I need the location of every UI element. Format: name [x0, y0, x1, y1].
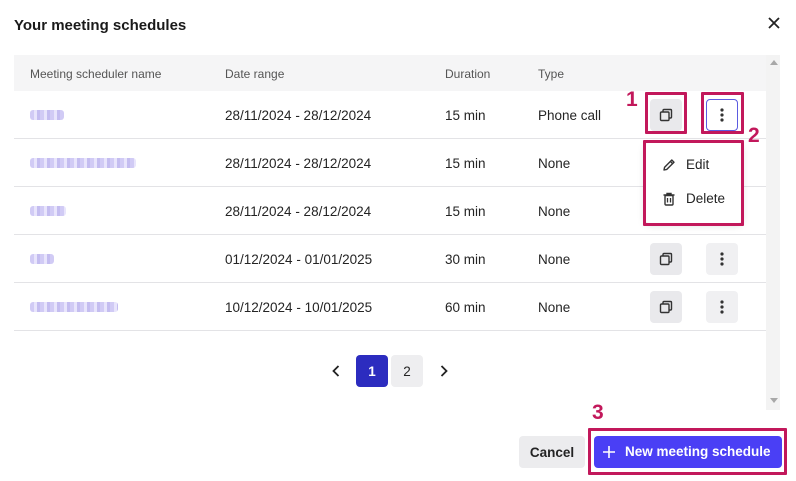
- date-range-cell: 28/11/2024 - 28/12/2024: [225, 108, 372, 123]
- meeting-schedules-dialog: Your meeting schedules Meeting scheduler…: [0, 0, 796, 481]
- pagination-next-button[interactable]: [430, 355, 458, 387]
- plus-icon: [603, 446, 615, 458]
- trash-icon: [663, 192, 675, 206]
- menu-item-label: Delete: [686, 191, 726, 206]
- table-row: 01/12/2024 - 01/01/2025 30 min None: [14, 235, 766, 283]
- scroll-down-arrow-icon[interactable]: [770, 398, 778, 403]
- copy-icon: [659, 252, 673, 266]
- copy-button[interactable]: [650, 291, 682, 323]
- type-cell: None: [538, 252, 571, 267]
- new-meeting-schedule-label: New meeting schedule: [625, 444, 771, 459]
- more-options-button[interactable]: [706, 243, 738, 275]
- chevron-left-icon: [332, 365, 340, 377]
- copy-button[interactable]: [650, 99, 682, 131]
- page-button-1[interactable]: 1: [356, 355, 388, 387]
- date-range-cell: 10/12/2024 - 10/01/2025: [225, 300, 373, 315]
- new-meeting-schedule-button[interactable]: New meeting schedule: [594, 436, 782, 468]
- menu-item-delete[interactable]: Delete: [645, 183, 742, 215]
- redacted-name: [30, 158, 136, 168]
- page-button-2[interactable]: 2: [391, 355, 423, 387]
- more-options-button[interactable]: [706, 291, 738, 323]
- table-row: 28/11/2024 - 28/12/2024 15 min Phone cal…: [14, 91, 766, 139]
- table-header: Meeting scheduler name Date range Durati…: [14, 55, 766, 91]
- more-vertical-icon: [720, 108, 724, 122]
- chevron-right-icon: [440, 365, 448, 377]
- col-header-name: Meeting scheduler name: [30, 67, 162, 81]
- date-range-cell: 28/11/2024 - 28/12/2024: [225, 204, 372, 219]
- menu-item-edit[interactable]: Edit: [645, 149, 742, 181]
- date-range-cell: 28/11/2024 - 28/12/2024: [225, 156, 372, 171]
- type-cell: Phone call: [538, 108, 602, 123]
- scroll-up-arrow-icon[interactable]: [770, 60, 778, 65]
- schedules-table: Meeting scheduler name Date range Durati…: [14, 55, 766, 410]
- vertical-scrollbar[interactable]: [766, 55, 780, 410]
- redacted-name: [30, 206, 66, 216]
- type-cell: None: [538, 300, 571, 315]
- duration-cell: 15 min: [445, 156, 486, 171]
- table-row: 10/12/2024 - 10/01/2025 60 min None: [14, 283, 766, 331]
- annotation-marker-3: 3: [592, 401, 604, 424]
- copy-icon: [659, 300, 673, 314]
- col-header-type: Type: [538, 67, 565, 81]
- close-icon: [768, 17, 780, 29]
- row-actions-menu: Edit Delete: [645, 143, 742, 223]
- annotation-marker-1: 1: [626, 88, 638, 111]
- pagination-prev-button[interactable]: [322, 355, 350, 387]
- more-options-button[interactable]: [706, 99, 738, 131]
- duration-cell: 15 min: [445, 204, 486, 219]
- pencil-icon: [663, 159, 675, 171]
- more-vertical-icon: [720, 300, 724, 314]
- close-button[interactable]: [763, 12, 785, 34]
- redacted-name: [30, 110, 64, 120]
- duration-cell: 15 min: [445, 108, 486, 123]
- date-range-cell: 01/12/2024 - 01/01/2025: [225, 252, 373, 267]
- copy-button[interactable]: [650, 243, 682, 275]
- duration-cell: 30 min: [445, 252, 486, 267]
- duration-cell: 60 min: [445, 300, 486, 315]
- dialog-title: Your meeting schedules: [14, 17, 187, 34]
- menu-item-label: Edit: [686, 157, 710, 172]
- annotation-marker-2: 2: [748, 124, 760, 147]
- redacted-name: [30, 254, 54, 264]
- more-vertical-icon: [720, 252, 724, 266]
- type-cell: None: [538, 156, 571, 171]
- copy-icon: [659, 108, 673, 122]
- cancel-button[interactable]: Cancel: [519, 436, 585, 468]
- redacted-name: [30, 302, 118, 312]
- type-cell: None: [538, 204, 571, 219]
- col-header-duration: Duration: [445, 67, 491, 81]
- col-header-date-range: Date range: [225, 67, 285, 81]
